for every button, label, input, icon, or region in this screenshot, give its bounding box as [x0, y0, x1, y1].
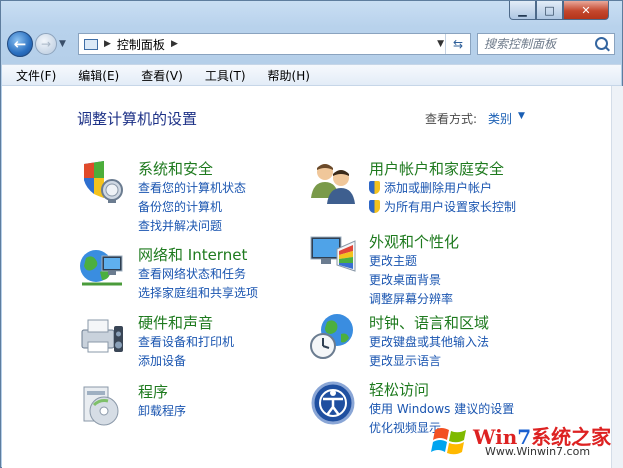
vertical-scrollbar[interactable]: [611, 86, 623, 468]
content-pane: 调整计算机的设置 查看方式: 类别 ▼ 系统和安全 查看您的计算机状态 备份您的…: [2, 86, 611, 468]
uac-shield-icon: [369, 200, 380, 213]
link-add-remove-users-label: 添加或删除用户帐户: [384, 181, 493, 195]
refresh-icon[interactable]: ⇆: [445, 34, 470, 54]
forward-button[interactable]: →: [35, 33, 57, 55]
clock-language-icon[interactable]: [309, 312, 357, 360]
category-title[interactable]: 硬件和声音: [138, 312, 213, 333]
menu-bar: 文件(F) 编辑(E) 查看(V) 工具(T) 帮助(H): [2, 64, 621, 86]
breadcrumb-arrow-icon[interactable]: ▶: [171, 39, 178, 49]
search-icon[interactable]: [595, 37, 608, 50]
search-box[interactable]: [477, 33, 615, 55]
category-title[interactable]: 外观和个性化: [369, 231, 459, 252]
link-display-language[interactable]: 更改显示语言: [369, 352, 441, 369]
watermark-url: Www.Winwin7.com: [485, 445, 591, 458]
address-dropdown-icon[interactable]: ▼: [437, 39, 444, 49]
link-recommended-settings[interactable]: 使用 Windows 建议的设置: [369, 400, 514, 417]
view-by-dropdown[interactable]: 类别: [488, 110, 512, 127]
minimize-button[interactable]: ▁: [509, 1, 536, 20]
link-add-device[interactable]: 添加设备: [138, 352, 186, 369]
watermark: Win7系统之家 Www.Winwin7.com: [425, 418, 611, 466]
menu-tools[interactable]: 工具(T): [191, 67, 254, 84]
link-parental-controls-label: 为所有用户设置家长控制: [384, 200, 517, 214]
view-by-label: 查看方式:: [425, 112, 478, 126]
back-button[interactable]: ←: [7, 31, 33, 57]
link-troubleshoot[interactable]: 查找并解决问题: [138, 217, 222, 234]
category-title[interactable]: 网络和 Internet: [138, 244, 247, 265]
programs-icon[interactable]: [78, 381, 126, 429]
user-accounts-icon[interactable]: [309, 158, 357, 206]
windows-logo-icon: [431, 428, 466, 455]
hardware-sound-icon[interactable]: [78, 312, 126, 360]
link-change-theme[interactable]: 更改主题: [369, 252, 417, 269]
category-title[interactable]: 时钟、语言和区域: [369, 312, 489, 333]
uac-shield-icon: [369, 181, 380, 194]
ease-of-access-icon[interactable]: [309, 379, 357, 427]
search-input[interactable]: [478, 36, 596, 52]
link-uninstall-program[interactable]: 卸载程序: [138, 402, 186, 419]
breadcrumb-control-panel[interactable]: 控制面板: [117, 36, 165, 53]
address-bar[interactable]: ▶ 控制面板 ▶ ▼ ⇆: [78, 33, 471, 55]
category-title[interactable]: 程序: [138, 381, 168, 402]
link-parental-controls[interactable]: 为所有用户设置家长控制: [369, 198, 516, 215]
view-by-caret-icon[interactable]: ▼: [518, 111, 525, 121]
control-panel-icon: [84, 38, 98, 50]
appearance-icon[interactable]: [309, 231, 357, 279]
close-button[interactable]: ✕: [563, 1, 609, 20]
forward-arrow-icon: →: [40, 37, 52, 51]
menu-edit[interactable]: 编辑(E): [64, 67, 127, 84]
menu-help[interactable]: 帮助(H): [254, 67, 318, 84]
system-security-icon[interactable]: [78, 158, 126, 206]
caption-buttons: ▁ □ ✕: [509, 1, 609, 21]
history-dropdown-icon[interactable]: ▼: [59, 39, 66, 49]
link-homegroup-sharing[interactable]: 选择家庭组和共享选项: [138, 284, 258, 301]
control-panel-window: ▁ □ ✕ ← → ▼ ▶ 控制面板 ▶ ▼ ⇆ 文件(F) 编辑(E) 查看(…: [0, 0, 623, 468]
link-keyboard-input[interactable]: 更改键盘或其他输入法: [369, 333, 489, 350]
network-internet-icon[interactable]: [78, 244, 126, 292]
menu-file[interactable]: 文件(F): [2, 67, 64, 84]
page-title: 调整计算机的设置: [77, 110, 198, 128]
link-screen-resolution[interactable]: 调整屏幕分辨率: [369, 290, 453, 307]
menu-view[interactable]: 查看(V): [127, 67, 191, 84]
maximize-button[interactable]: □: [536, 1, 563, 20]
link-add-remove-users[interactable]: 添加或删除用户帐户: [369, 179, 492, 196]
link-desktop-background[interactable]: 更改桌面背景: [369, 271, 441, 288]
breadcrumb-arrow-icon[interactable]: ▶: [104, 39, 111, 49]
link-backup-computer[interactable]: 备份您的计算机: [138, 198, 222, 215]
link-devices-printers[interactable]: 查看设备和打印机: [138, 333, 234, 350]
link-view-computer-status[interactable]: 查看您的计算机状态: [138, 179, 246, 196]
category-title[interactable]: 用户帐户和家庭安全: [369, 158, 504, 179]
category-title[interactable]: 轻松访问: [369, 379, 429, 400]
category-title[interactable]: 系统和安全: [138, 158, 213, 179]
link-network-status[interactable]: 查看网络状态和任务: [138, 265, 246, 282]
navigation-bar: ← → ▼ ▶ 控制面板 ▶ ▼ ⇆: [7, 31, 615, 59]
back-arrow-icon: ←: [13, 35, 27, 53]
